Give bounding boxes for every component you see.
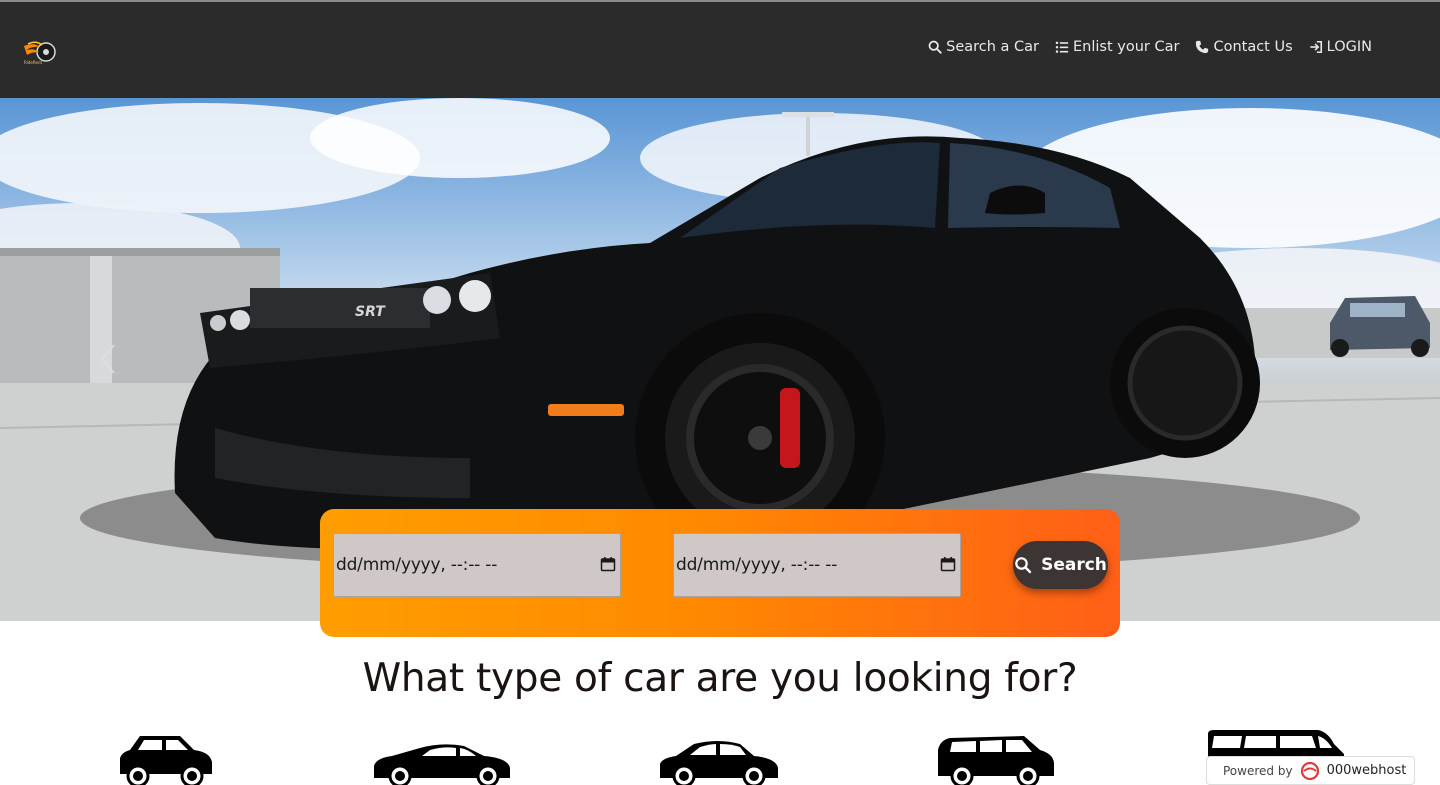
phone-icon [1196, 40, 1209, 54]
nav-contact-us[interactable]: Contact Us [1195, 39, 1293, 55]
calendar-icon[interactable] [600, 556, 616, 572]
nav-login-label: LOGIN [1326, 39, 1372, 55]
dropoff-datetime-input[interactable]: dd/mm/yyyy, --:-- -- [673, 533, 961, 597]
nav-enlist-label: Enlist your Car [1073, 39, 1180, 55]
hatchback-icon[interactable] [118, 728, 214, 785]
search-button-label: Search [1041, 555, 1107, 575]
nav-login[interactable]: LOGIN [1309, 39, 1372, 55]
logo-text: RideRent [24, 60, 43, 65]
calendar-icon[interactable] [940, 556, 956, 572]
nav-search-label: Search a Car [946, 39, 1039, 55]
search-button[interactable]: Search [1013, 541, 1108, 589]
list-icon [1055, 41, 1069, 53]
webhost-logo-icon [1300, 761, 1319, 780]
hosting-badge[interactable]: Powered by 000webhost [1206, 756, 1415, 785]
nav-search-a-car[interactable]: Search a Car [928, 39, 1039, 55]
search-panel: dd/mm/yyyy, --:-- -- dd/mm/yyyy, --:-- -… [320, 509, 1120, 637]
pickup-datetime-input[interactable]: dd/mm/yyyy, --:-- -- [333, 533, 621, 597]
search-icon [1015, 557, 1032, 574]
webhost-brand: 000webhost [1326, 763, 1407, 778]
coupe-icon[interactable] [372, 728, 512, 785]
section-title: What type of car are you looking for? [362, 656, 1078, 701]
main-nav: Search a Car Enlist your Car Contact Us … [928, 39, 1372, 55]
dropoff-datetime-value: dd/mm/yyyy, --:-- -- [676, 555, 838, 575]
car-badge-text: SRT [355, 304, 386, 320]
suv-icon[interactable] [936, 728, 1056, 785]
powered-by-label: Powered by [1223, 763, 1293, 778]
site-header: RideRent Search a Car Enlist your Car Co… [0, 2, 1440, 98]
nav-enlist-car[interactable]: Enlist your Car [1055, 39, 1179, 55]
search-icon [928, 40, 942, 54]
pickup-datetime-value: dd/mm/yyyy, --:-- -- [336, 555, 498, 575]
nav-contact-label: Contact Us [1213, 39, 1293, 55]
sedan-icon[interactable] [658, 728, 780, 785]
carousel-prev-icon[interactable] [96, 342, 120, 376]
login-icon [1309, 40, 1322, 54]
